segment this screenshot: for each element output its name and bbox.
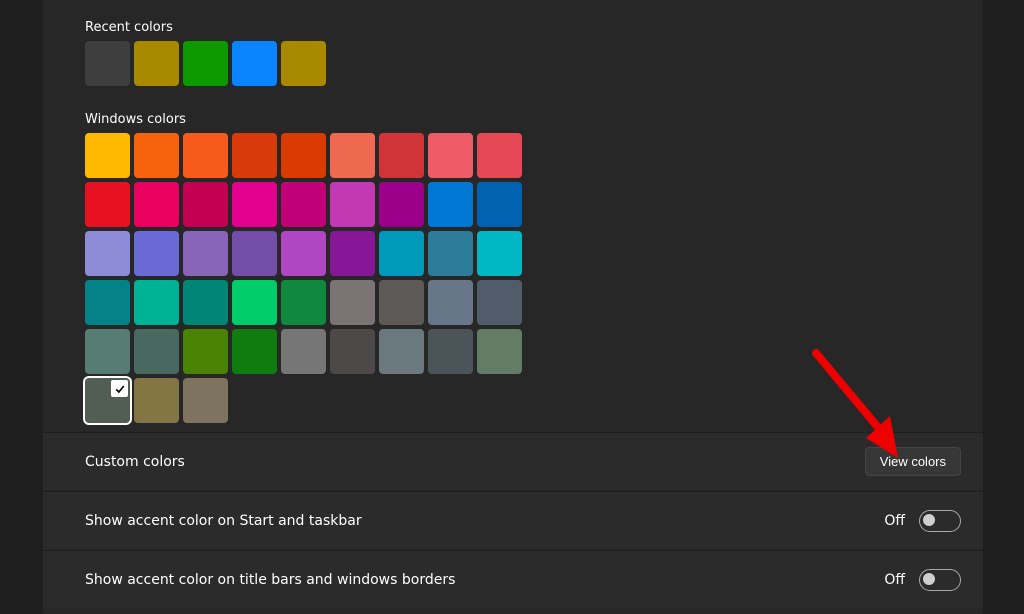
- windows-colors-grid: [85, 133, 925, 423]
- checkmark-icon: [111, 380, 128, 397]
- windows-color-swatch[interactable]: [330, 133, 375, 178]
- windows-color-swatch[interactable]: [379, 182, 424, 227]
- windows-color-swatch[interactable]: [85, 329, 130, 374]
- accent-titlebar-label: Show accent color on title bars and wind…: [85, 572, 884, 588]
- custom-colors-label: Custom colors: [85, 454, 865, 470]
- recent-color-swatch[interactable]: [183, 41, 228, 86]
- windows-colors-label: Windows colors: [85, 112, 925, 127]
- windows-color-swatch[interactable]: [379, 329, 424, 374]
- windows-color-swatch[interactable]: [477, 231, 522, 276]
- windows-color-swatch[interactable]: [232, 280, 277, 325]
- windows-color-swatch[interactable]: [85, 182, 130, 227]
- windows-color-swatch[interactable]: [281, 231, 326, 276]
- accent-titlebar-row: Show accent color on title bars and wind…: [43, 550, 983, 608]
- recent-colors-row: [85, 41, 925, 86]
- color-section: Recent colors Windows colors: [85, 20, 925, 433]
- windows-color-swatch[interactable]: [330, 280, 375, 325]
- windows-color-swatch[interactable]: [183, 378, 228, 423]
- windows-color-swatch[interactable]: [330, 231, 375, 276]
- windows-color-swatch[interactable]: [428, 231, 473, 276]
- windows-color-swatch[interactable]: [134, 133, 179, 178]
- windows-color-swatch[interactable]: [428, 133, 473, 178]
- custom-colors-row: Custom colors View colors: [43, 432, 983, 490]
- windows-color-swatch[interactable]: [183, 280, 228, 325]
- windows-color-swatch[interactable]: [232, 182, 277, 227]
- windows-color-swatch[interactable]: [183, 231, 228, 276]
- windows-color-swatch[interactable]: [330, 329, 375, 374]
- windows-color-swatch[interactable]: [477, 133, 522, 178]
- recent-color-swatch[interactable]: [134, 41, 179, 86]
- windows-color-swatch[interactable]: [281, 280, 326, 325]
- accent-titlebar-toggle[interactable]: [919, 569, 961, 591]
- recent-color-swatch[interactable]: [85, 41, 130, 86]
- windows-color-swatch[interactable]: [281, 329, 326, 374]
- windows-color-row: [85, 133, 925, 178]
- windows-color-swatch[interactable]: [134, 182, 179, 227]
- windows-color-swatch[interactable]: [134, 280, 179, 325]
- windows-color-swatch[interactable]: [134, 231, 179, 276]
- windows-color-swatch[interactable]: [477, 182, 522, 227]
- windows-color-row: [85, 280, 925, 325]
- windows-color-row: [85, 231, 925, 276]
- accent-start-taskbar-label: Show accent color on Start and taskbar: [85, 513, 884, 529]
- windows-color-row: [85, 182, 925, 227]
- recent-color-swatch[interactable]: [232, 41, 277, 86]
- windows-color-row: [85, 378, 925, 423]
- windows-color-swatch[interactable]: [330, 182, 375, 227]
- windows-color-swatch[interactable]: [134, 378, 179, 423]
- accent-start-taskbar-toggle[interactable]: [919, 510, 961, 532]
- recent-color-swatch[interactable]: [281, 41, 326, 86]
- windows-color-swatch[interactable]: [477, 280, 522, 325]
- windows-color-swatch[interactable]: [379, 133, 424, 178]
- windows-color-swatch[interactable]: [183, 329, 228, 374]
- windows-color-swatch[interactable]: [183, 182, 228, 227]
- windows-color-swatch[interactable]: [379, 231, 424, 276]
- accent-titlebar-value: Off: [884, 572, 905, 588]
- windows-color-swatch[interactable]: [232, 231, 277, 276]
- windows-color-swatch[interactable]: [428, 280, 473, 325]
- windows-color-swatch[interactable]: [428, 329, 473, 374]
- accent-start-taskbar-row: Show accent color on Start and taskbar O…: [43, 491, 983, 549]
- windows-color-swatch[interactable]: [281, 133, 326, 178]
- settings-colors-page: Recent colors Windows colors Custom colo…: [0, 0, 1024, 614]
- windows-color-swatch[interactable]: [379, 280, 424, 325]
- windows-color-swatch[interactable]: [85, 133, 130, 178]
- accent-start-taskbar-value: Off: [884, 513, 905, 529]
- windows-color-swatch[interactable]: [477, 329, 522, 374]
- windows-color-swatch[interactable]: [428, 182, 473, 227]
- windows-color-swatch[interactable]: [232, 329, 277, 374]
- windows-color-row: [85, 329, 925, 374]
- windows-color-swatch[interactable]: [85, 280, 130, 325]
- windows-color-swatch[interactable]: [232, 133, 277, 178]
- recent-colors-label: Recent colors: [85, 20, 925, 35]
- windows-color-swatch[interactable]: [134, 329, 179, 374]
- windows-color-swatch[interactable]: [183, 133, 228, 178]
- view-colors-button[interactable]: View colors: [865, 447, 961, 476]
- windows-color-swatch[interactable]: [85, 378, 130, 423]
- windows-color-swatch[interactable]: [85, 231, 130, 276]
- windows-color-swatch[interactable]: [281, 182, 326, 227]
